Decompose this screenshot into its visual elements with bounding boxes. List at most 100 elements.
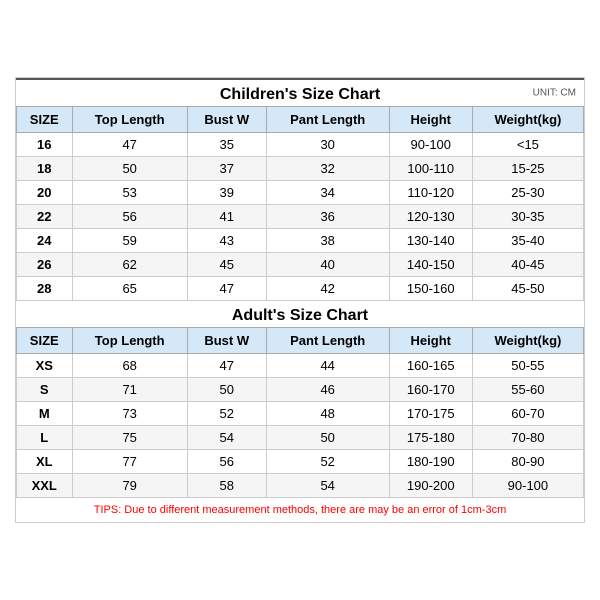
children-cell: 22: [17, 205, 73, 229]
adult-cell: 52: [187, 402, 266, 426]
adult-cell: 190-200: [389, 474, 472, 498]
children-cell: 110-120: [389, 181, 472, 205]
children-cell: 120-130: [389, 205, 472, 229]
tips-text: TIPS: Due to different measurement metho…: [94, 504, 506, 516]
col-height: Height: [389, 107, 472, 133]
adult-row: L755450175-18070-80: [17, 426, 584, 450]
children-cell: 24: [17, 229, 73, 253]
children-cell: 53: [72, 181, 187, 205]
children-cell: 32: [266, 157, 389, 181]
adult-cell: 79: [72, 474, 187, 498]
adult-header-row: SIZE Top Length Bust W Pant Length Heigh…: [17, 328, 584, 354]
adult-cell: XL: [17, 450, 73, 474]
col-bust-w: Bust W: [187, 107, 266, 133]
tips-row: TIPS: Due to different measurement metho…: [16, 498, 584, 522]
children-cell: 37: [187, 157, 266, 181]
adult-cell: XXL: [17, 474, 73, 498]
adult-cell: 50-55: [472, 354, 583, 378]
children-cell: 65: [72, 277, 187, 301]
children-cell: 40: [266, 253, 389, 277]
adult-row: M735248170-17560-70: [17, 402, 584, 426]
children-cell: 28: [17, 277, 73, 301]
children-table: SIZE Top Length Bust W Pant Length Heigh…: [16, 106, 584, 301]
adult-cell: M: [17, 402, 73, 426]
adult-cell: 54: [187, 426, 266, 450]
children-row: 22564136120-13030-35: [17, 205, 584, 229]
adult-cell: 54: [266, 474, 389, 498]
children-row: 26624540140-15040-45: [17, 253, 584, 277]
adult-cell: 77: [72, 450, 187, 474]
adult-cell: 170-175: [389, 402, 472, 426]
adult-cell: 80-90: [472, 450, 583, 474]
children-cell: 100-110: [389, 157, 472, 181]
adult-cell: 160-170: [389, 378, 472, 402]
adult-col-height: Height: [389, 328, 472, 354]
adult-cell: 71: [72, 378, 187, 402]
children-cell: 90-100: [389, 133, 472, 157]
children-cell: 30-35: [472, 205, 583, 229]
children-cell: 35-40: [472, 229, 583, 253]
adult-cell: 75: [72, 426, 187, 450]
children-title-row: Children's Size Chart UNIT: CM: [16, 78, 584, 106]
adult-cell: 46: [266, 378, 389, 402]
col-size: SIZE: [17, 107, 73, 133]
adult-row: S715046160-17055-60: [17, 378, 584, 402]
children-cell: 30: [266, 133, 389, 157]
adult-cell: 55-60: [472, 378, 583, 402]
children-cell: 35: [187, 133, 266, 157]
children-cell: 41: [187, 205, 266, 229]
adult-col-weight: Weight(kg): [472, 328, 583, 354]
adult-cell: 48: [266, 402, 389, 426]
children-cell: 140-150: [389, 253, 472, 277]
children-cell: 34: [266, 181, 389, 205]
children-cell: <15: [472, 133, 583, 157]
children-row: 20533934110-12025-30: [17, 181, 584, 205]
children-cell: 38: [266, 229, 389, 253]
children-title: Children's Size Chart: [220, 86, 380, 104]
adult-cell: 160-165: [389, 354, 472, 378]
adult-cell: XS: [17, 354, 73, 378]
children-cell: 62: [72, 253, 187, 277]
children-cell: 45: [187, 253, 266, 277]
adult-cell: 70-80: [472, 426, 583, 450]
adult-cell: 58: [187, 474, 266, 498]
children-cell: 130-140: [389, 229, 472, 253]
children-header-row: SIZE Top Length Bust W Pant Length Heigh…: [17, 107, 584, 133]
adult-col-bust-w: Bust W: [187, 328, 266, 354]
children-cell: 59: [72, 229, 187, 253]
adult-col-pant-length: Pant Length: [266, 328, 389, 354]
adult-cell: 90-100: [472, 474, 583, 498]
children-cell: 42: [266, 277, 389, 301]
children-row: 28654742150-16045-50: [17, 277, 584, 301]
adult-cell: 180-190: [389, 450, 472, 474]
children-cell: 40-45: [472, 253, 583, 277]
adult-col-size: SIZE: [17, 328, 73, 354]
children-cell: 25-30: [472, 181, 583, 205]
adult-cell: 50: [187, 378, 266, 402]
adult-cell: 60-70: [472, 402, 583, 426]
adult-row: XXL795854190-20090-100: [17, 474, 584, 498]
adult-cell: 68: [72, 354, 187, 378]
adult-row: XS684744160-16550-55: [17, 354, 584, 378]
children-cell: 150-160: [389, 277, 472, 301]
adult-cell: S: [17, 378, 73, 402]
children-cell: 36: [266, 205, 389, 229]
size-chart-container: Children's Size Chart UNIT: CM SIZE Top …: [15, 77, 585, 523]
adult-cell: 44: [266, 354, 389, 378]
children-tbody: 1647353090-100<1518503732100-11015-25205…: [17, 133, 584, 301]
adult-cell: 47: [187, 354, 266, 378]
adult-tbody: XS684744160-16550-55S715046160-17055-60M…: [17, 354, 584, 498]
adult-cell: 56: [187, 450, 266, 474]
col-top-length: Top Length: [72, 107, 187, 133]
children-cell: 20: [17, 181, 73, 205]
children-cell: 39: [187, 181, 266, 205]
children-row: 18503732100-11015-25: [17, 157, 584, 181]
adult-title: Adult's Size Chart: [16, 307, 584, 325]
children-cell: 56: [72, 205, 187, 229]
children-row: 24594338130-14035-40: [17, 229, 584, 253]
adult-col-top-length: Top Length: [72, 328, 187, 354]
adult-title-row: Adult's Size Chart: [16, 301, 584, 327]
unit-label: UNIT: CM: [533, 88, 576, 99]
children-cell: 26: [17, 253, 73, 277]
adult-table: SIZE Top Length Bust W Pant Length Heigh…: [16, 327, 584, 498]
